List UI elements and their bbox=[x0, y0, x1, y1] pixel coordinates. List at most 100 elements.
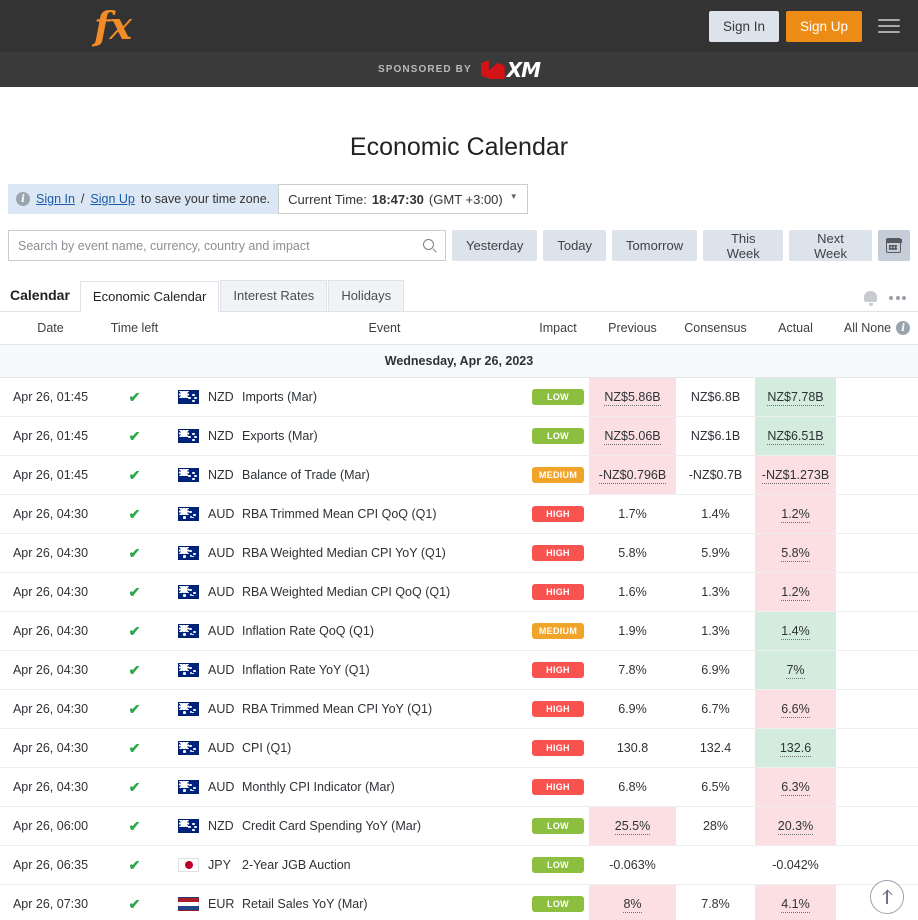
flag-australia-icon bbox=[178, 780, 199, 794]
date-picker-button[interactable] bbox=[878, 230, 910, 261]
table-row[interactable]: Apr 26, 01:45✔NZDImports (Mar)LOWNZ$5.86… bbox=[0, 378, 918, 417]
cell-alert-toggle[interactable] bbox=[836, 495, 918, 534]
header-event[interactable]: Event bbox=[242, 312, 527, 345]
cell-previous: -0.063% bbox=[589, 846, 676, 885]
cell-date: Apr 26, 04:30 bbox=[0, 690, 101, 729]
currency-code: EUR bbox=[208, 897, 234, 911]
cell-event[interactable]: Retail Sales YoY (Mar) bbox=[242, 885, 527, 920]
cell-event[interactable]: Monthly CPI Indicator (Mar) bbox=[242, 768, 527, 807]
currency-code: JPY bbox=[208, 858, 231, 872]
cell-event[interactable]: RBA Weighted Median CPI YoY (Q1) bbox=[242, 534, 527, 573]
table-row[interactable]: Apr 26, 01:45✔NZDBalance of Trade (Mar)M… bbox=[0, 456, 918, 495]
sponsor-banner[interactable]: SPONSORED BY XM bbox=[0, 52, 918, 87]
cell-event[interactable]: Credit Card Spending YoY (Mar) bbox=[242, 807, 527, 846]
cell-time-left: ✔ bbox=[101, 729, 168, 768]
cell-event[interactable]: RBA Trimmed Mean CPI QoQ (Q1) bbox=[242, 495, 527, 534]
cell-date: Apr 26, 01:45 bbox=[0, 456, 101, 495]
cell-event[interactable]: RBA Weighted Median CPI QoQ (Q1) bbox=[242, 573, 527, 612]
cell-alert-toggle[interactable] bbox=[836, 846, 918, 885]
notice-sign-up-link[interactable]: Sign Up bbox=[90, 192, 134, 206]
flag-australia-icon bbox=[178, 507, 199, 521]
cell-alert-toggle[interactable] bbox=[836, 417, 918, 456]
day-group-row: Wednesday, Apr 26, 2023 bbox=[0, 345, 918, 378]
tab-economic-calendar[interactable]: Economic Calendar bbox=[80, 281, 219, 312]
filter-this-week-button[interactable]: This Week bbox=[703, 230, 783, 261]
header-date[interactable]: Date bbox=[0, 312, 101, 345]
more-options-icon[interactable] bbox=[889, 296, 906, 300]
table-row[interactable]: Apr 26, 06:35✔JPY2-Year JGB AuctionLOW-0… bbox=[0, 846, 918, 885]
cell-event[interactable]: Balance of Trade (Mar) bbox=[242, 456, 527, 495]
sign-up-button[interactable]: Sign Up bbox=[786, 11, 862, 42]
cell-event[interactable]: CPI (Q1) bbox=[242, 729, 527, 768]
cell-actual: 6.3% bbox=[755, 768, 836, 807]
scroll-to-top-button[interactable] bbox=[870, 880, 904, 914]
header-all-none-label: All None bbox=[844, 321, 891, 335]
table-row[interactable]: Apr 26, 04:30✔AUDRBA Weighted Median CPI… bbox=[0, 573, 918, 612]
table-row[interactable]: Apr 26, 04:30✔AUDCPI (Q1)HIGH130.8132.41… bbox=[0, 729, 918, 768]
search-box[interactable] bbox=[8, 230, 446, 261]
info-icon[interactable]: i bbox=[896, 321, 910, 335]
header-time-left[interactable]: Time left bbox=[101, 312, 168, 345]
currency-code: AUD bbox=[208, 507, 234, 521]
cell-event[interactable]: RBA Trimmed Mean CPI YoY (Q1) bbox=[242, 690, 527, 729]
cell-event[interactable]: Exports (Mar) bbox=[242, 417, 527, 456]
impact-badge: HIGH bbox=[532, 740, 584, 756]
table-row[interactable]: Apr 26, 04:30✔AUDInflation Rate QoQ (Q1)… bbox=[0, 612, 918, 651]
cell-event[interactable]: Inflation Rate QoQ (Q1) bbox=[242, 612, 527, 651]
cell-alert-toggle[interactable] bbox=[836, 768, 918, 807]
cell-event[interactable]: 2-Year JGB Auction bbox=[242, 846, 527, 885]
cell-actual: 20.3% bbox=[755, 807, 836, 846]
cell-event[interactable]: Inflation Rate YoY (Q1) bbox=[242, 651, 527, 690]
sign-in-button[interactable]: Sign In bbox=[709, 11, 779, 42]
cell-time-left: ✔ bbox=[101, 573, 168, 612]
header-all-none[interactable]: All None i bbox=[836, 312, 918, 345]
cell-time-left: ✔ bbox=[101, 417, 168, 456]
filter-tomorrow-button[interactable]: Tomorrow bbox=[612, 230, 697, 261]
cell-alert-toggle[interactable] bbox=[836, 534, 918, 573]
notice-sign-in-link[interactable]: Sign In bbox=[36, 192, 75, 206]
cell-previous: 6.9% bbox=[589, 690, 676, 729]
table-row[interactable]: Apr 26, 04:30✔AUDRBA Weighted Median CPI… bbox=[0, 534, 918, 573]
filter-next-week-button[interactable]: Next Week bbox=[789, 230, 871, 261]
table-row[interactable]: Apr 26, 04:30✔AUDMonthly CPI Indicator (… bbox=[0, 768, 918, 807]
search-icon[interactable] bbox=[423, 239, 436, 252]
hamburger-menu-icon[interactable] bbox=[878, 19, 900, 33]
filter-yesterday-button[interactable]: Yesterday bbox=[452, 230, 537, 261]
header-previous[interactable]: Previous bbox=[589, 312, 676, 345]
cell-event[interactable]: Imports (Mar) bbox=[242, 378, 527, 417]
header-impact[interactable]: Impact bbox=[527, 312, 589, 345]
site-logo[interactable]: fx bbox=[94, 0, 131, 52]
cell-alert-toggle[interactable] bbox=[836, 690, 918, 729]
cell-currency: AUD bbox=[168, 690, 242, 729]
table-row[interactable]: Apr 26, 07:30✔EURRetail Sales YoY (Mar)L… bbox=[0, 885, 918, 920]
bell-icon[interactable] bbox=[864, 290, 877, 305]
timezone-selector[interactable]: Current Time: 18:47:30 (GMT +3:00) ▼ bbox=[278, 184, 528, 214]
cell-alert-toggle[interactable] bbox=[836, 456, 918, 495]
table-row[interactable]: Apr 26, 04:30✔AUDRBA Trimmed Mean CPI Yo… bbox=[0, 690, 918, 729]
cell-alert-toggle[interactable] bbox=[836, 807, 918, 846]
cell-alert-toggle[interactable] bbox=[836, 378, 918, 417]
cell-previous: 5.8% bbox=[589, 534, 676, 573]
table-row[interactable]: Apr 26, 01:45✔NZDExports (Mar)LOWNZ$5.06… bbox=[0, 417, 918, 456]
table-row[interactable]: Apr 26, 04:30✔AUDRBA Trimmed Mean CPI Qo… bbox=[0, 495, 918, 534]
impact-badge: LOW bbox=[532, 818, 584, 834]
header-consensus[interactable]: Consensus bbox=[676, 312, 755, 345]
cell-currency: AUD bbox=[168, 495, 242, 534]
cell-alert-toggle[interactable] bbox=[836, 612, 918, 651]
cell-previous: NZ$5.86B bbox=[589, 378, 676, 417]
currency-code: AUD bbox=[208, 741, 234, 755]
cell-alert-toggle[interactable] bbox=[836, 729, 918, 768]
tab-holidays[interactable]: Holidays bbox=[328, 280, 404, 311]
filter-today-button[interactable]: Today bbox=[543, 230, 606, 261]
released-check-icon: ✔ bbox=[129, 857, 141, 873]
cell-currency: AUD bbox=[168, 573, 242, 612]
table-row[interactable]: Apr 26, 04:30✔AUDInflation Rate YoY (Q1)… bbox=[0, 651, 918, 690]
table-row[interactable]: Apr 26, 06:00✔NZDCredit Card Spending Yo… bbox=[0, 807, 918, 846]
cell-consensus bbox=[676, 846, 755, 885]
currency-code: AUD bbox=[208, 780, 234, 794]
search-input[interactable] bbox=[18, 239, 423, 253]
tab-interest-rates[interactable]: Interest Rates bbox=[220, 280, 327, 311]
cell-alert-toggle[interactable] bbox=[836, 573, 918, 612]
cell-alert-toggle[interactable] bbox=[836, 651, 918, 690]
header-actual[interactable]: Actual bbox=[755, 312, 836, 345]
